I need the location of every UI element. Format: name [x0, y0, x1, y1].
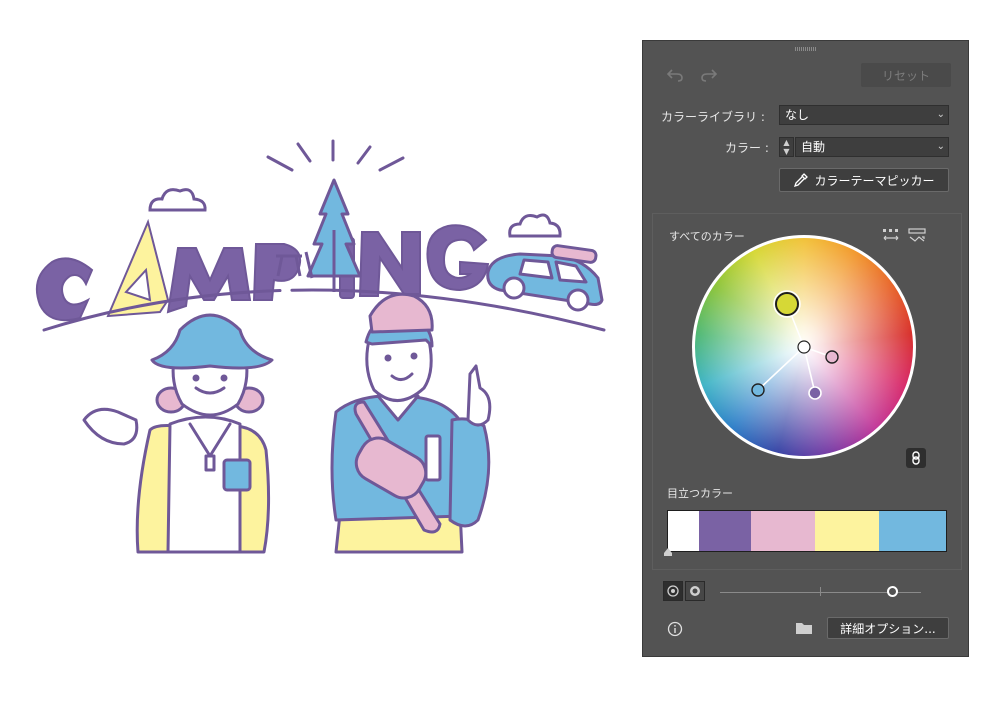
color-library-value: なし [785, 108, 810, 122]
chevron-down-icon: ⌄ [936, 109, 945, 120]
panel-grip[interactable] [795, 47, 817, 51]
redo-button[interactable] [699, 65, 719, 85]
pine-tree [306, 178, 362, 292]
reset-button[interactable]: リセット [861, 63, 951, 87]
cloud-left [148, 188, 207, 212]
letter-n [358, 231, 421, 297]
prominent-color-swatch[interactable] [815, 511, 880, 551]
undo-button[interactable] [665, 65, 685, 85]
chevron-up-icon: ▲ [783, 138, 790, 147]
woman-figure [82, 313, 274, 554]
color-theme-picker-button[interactable]: カラーテーマピッカー [779, 168, 949, 192]
slider-midpoint-tick [820, 587, 821, 596]
color-theme-picker-label: カラーテーマピッカー [814, 173, 935, 188]
color-marker-purple [808, 386, 822, 400]
color-library-select[interactable]: なし ⌄ [779, 105, 949, 125]
prominent-colors-label: 目立つカラー [667, 487, 733, 500]
man-figure [330, 292, 492, 554]
harmony-markers [751, 290, 839, 400]
letter-g [426, 224, 490, 292]
sun-rays [266, 139, 405, 172]
info-icon[interactable] [667, 621, 683, 637]
advanced-options-button[interactable]: 詳細オプション... [827, 617, 949, 639]
link-harmony-button[interactable] [906, 448, 926, 468]
saturation-slider-knob[interactable] [887, 586, 899, 597]
eyedropper-icon [794, 173, 809, 188]
prominent-color-swatch[interactable] [698, 511, 752, 551]
color-mode-select[interactable]: 自動 ⌄ [795, 137, 949, 157]
camping-illustration [36, 139, 606, 554]
folder-icon[interactable] [795, 621, 813, 635]
prominent-color-swatch[interactable] [668, 511, 699, 551]
color-wheel[interactable] [692, 235, 916, 459]
color-stepper[interactable]: ▲ ▼ [779, 137, 794, 157]
undo-icon [666, 69, 683, 82]
color-marker-blue [751, 383, 765, 397]
center-marker [797, 340, 811, 354]
prominent-color-swatch[interactable] [751, 511, 816, 551]
color-label: カラー : [725, 141, 769, 155]
cloud-right [508, 213, 562, 238]
recolor-panel: リセット カラーライブラリ : なし ⌄ カラー : ▲ ▼ 自動 ⌄ カラーテ… [642, 40, 969, 657]
mode-segment-segmented-wheel[interactable] [685, 581, 705, 601]
color-marker-pink [825, 350, 839, 364]
chevron-down-icon: ▼ [783, 147, 790, 156]
letter-c [36, 257, 94, 322]
color-mode-value: 自動 [801, 140, 826, 154]
link-icon [912, 451, 920, 465]
redo-icon [701, 69, 718, 82]
mode-segment-color-wheel[interactable] [663, 581, 683, 601]
letter-m [166, 247, 252, 314]
chevron-down-icon: ⌄ [936, 141, 945, 152]
segmented-wheel-icon [690, 586, 700, 596]
car [486, 244, 604, 312]
prominent-colors-strip[interactable] [667, 510, 947, 552]
strip-handle-icon[interactable] [664, 548, 672, 556]
color-library-label: カラーライブラリ : [661, 110, 765, 124]
base-color-marker [775, 292, 799, 316]
smooth-wheel-icon [667, 585, 679, 597]
prominent-color-swatch[interactable] [879, 511, 946, 551]
